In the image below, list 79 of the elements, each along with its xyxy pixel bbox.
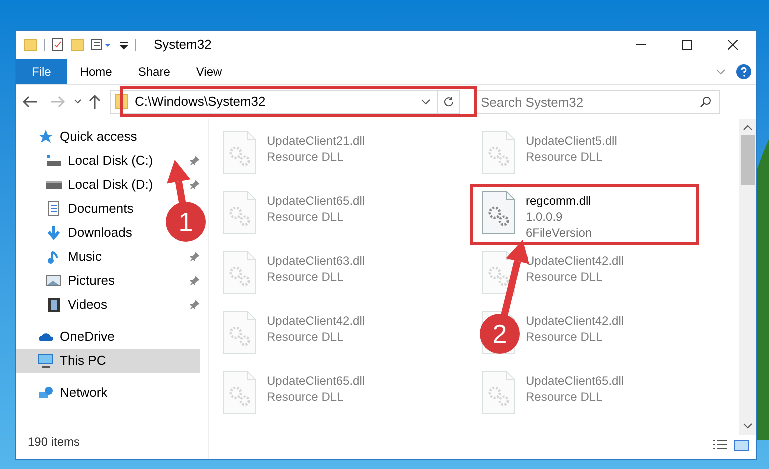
pc-icon	[38, 353, 54, 369]
back-arrow-icon[interactable]	[22, 95, 38, 109]
file-name[interactable]: UpdateClient42.dll	[526, 313, 624, 329]
pictures-icon	[46, 273, 62, 289]
gear-file-icon	[482, 191, 516, 235]
window-title: System32	[154, 36, 212, 54]
properties-icon[interactable]	[51, 38, 65, 52]
file-name[interactable]: UpdateClient21.dll	[267, 133, 366, 149]
refresh-icon	[442, 96, 454, 108]
file-name[interactable]: regcomm.dll	[526, 193, 592, 209]
file-detail: Resource DLL	[267, 269, 344, 285]
nav-item[interactable]: Quick access	[16, 125, 144, 149]
pin-icon[interactable]	[190, 252, 200, 262]
item-count: 190 items	[28, 434, 82, 451]
step-number-badge: 2	[480, 314, 520, 354]
close-icon	[728, 40, 738, 50]
ribbon-tab[interactable]: File	[16, 59, 68, 84]
file-name[interactable]: UpdateClient42.dll	[267, 313, 366, 329]
recent-locations-icon[interactable]	[74, 98, 82, 106]
pin-icon[interactable]	[190, 300, 200, 310]
file-detail: 6FileVersion	[526, 225, 592, 241]
nav-item[interactable]: Documents	[16, 197, 140, 221]
ribbon-tab[interactable]: View	[183, 59, 236, 84]
nav-item[interactable]: Videos	[16, 293, 114, 317]
gear-file-icon	[223, 371, 257, 415]
file-name[interactable]: UpdateClient63.dll	[267, 253, 366, 269]
ribbon-tab[interactable]: Home	[67, 59, 126, 84]
file-detail: Resource DLL	[526, 149, 603, 165]
dropdown-caret-icon[interactable]	[421, 98, 431, 106]
nav-item[interactable]: Local Disk (C:)	[16, 149, 160, 173]
file-detail: Resource DLL	[267, 329, 344, 345]
nav-item[interactable]: OneDrive	[16, 325, 121, 349]
large-icons-view-icon[interactable]	[734, 439, 750, 453]
view-options-icon[interactable]	[91, 38, 113, 52]
ribbon-tab[interactable]: Share	[125, 59, 184, 84]
gear-file-icon	[223, 191, 257, 235]
disk-c-icon	[46, 153, 62, 169]
up-arrow-icon[interactable]	[88, 94, 102, 110]
scrollbar-thumb[interactable]	[740, 135, 754, 185]
pin-icon[interactable]	[190, 180, 200, 190]
pin-icon[interactable]	[190, 276, 200, 286]
network-icon	[38, 385, 54, 401]
file-name[interactable]: UpdateClient65.dll	[267, 373, 366, 389]
nav-item[interactable]: Network	[16, 381, 114, 405]
file-name[interactable]: UpdateClient5.dll	[526, 133, 618, 149]
nav-item[interactable]: This PC	[16, 349, 200, 373]
file-detail: Resource DLL	[526, 389, 603, 405]
gear-file-icon	[223, 311, 257, 355]
step-number-badge: 1	[166, 202, 206, 242]
videos-icon	[46, 297, 62, 313]
address-path: C:\Windows\System32	[135, 93, 266, 112]
file-name[interactable]: UpdateClient65.dll	[526, 373, 624, 389]
nav-item[interactable]: Downloads	[16, 221, 138, 245]
minimize-icon	[636, 44, 646, 46]
gear-file-icon	[482, 251, 516, 295]
search-field[interactable]: Search System32	[474, 90, 720, 114]
documents-icon	[46, 201, 62, 217]
scrollbar[interactable]	[739, 119, 756, 435]
file-detail: Resource DLL	[267, 149, 344, 165]
gear-file-icon	[223, 251, 257, 295]
gear-file-icon	[482, 131, 516, 175]
nav-item[interactable]: Music	[16, 245, 108, 269]
help-icon[interactable]	[736, 64, 752, 80]
file-detail: Resource DLL	[267, 389, 344, 405]
nav-item[interactable]: Pictures	[16, 269, 121, 293]
file-detail: Resource DLL	[267, 209, 344, 225]
file-detail: Resource DLL	[526, 329, 603, 345]
maximize-icon	[682, 40, 692, 50]
pin-icon[interactable]	[190, 156, 200, 166]
file-name[interactable]: UpdateClient65.dll	[267, 193, 366, 209]
downloads-icon	[46, 225, 62, 241]
address-bar[interactable]: C:\Windows\System32	[110, 90, 460, 114]
expand-ribbon-icon[interactable]	[716, 68, 726, 76]
nav-item[interactable]: Local Disk (D:)	[16, 173, 160, 197]
gear-file-icon	[223, 131, 257, 175]
file-detail: 1.0.0.9	[526, 209, 563, 225]
file-detail: Resource DLL	[526, 269, 603, 285]
gear-file-icon	[482, 371, 516, 415]
search-icon	[700, 96, 712, 108]
